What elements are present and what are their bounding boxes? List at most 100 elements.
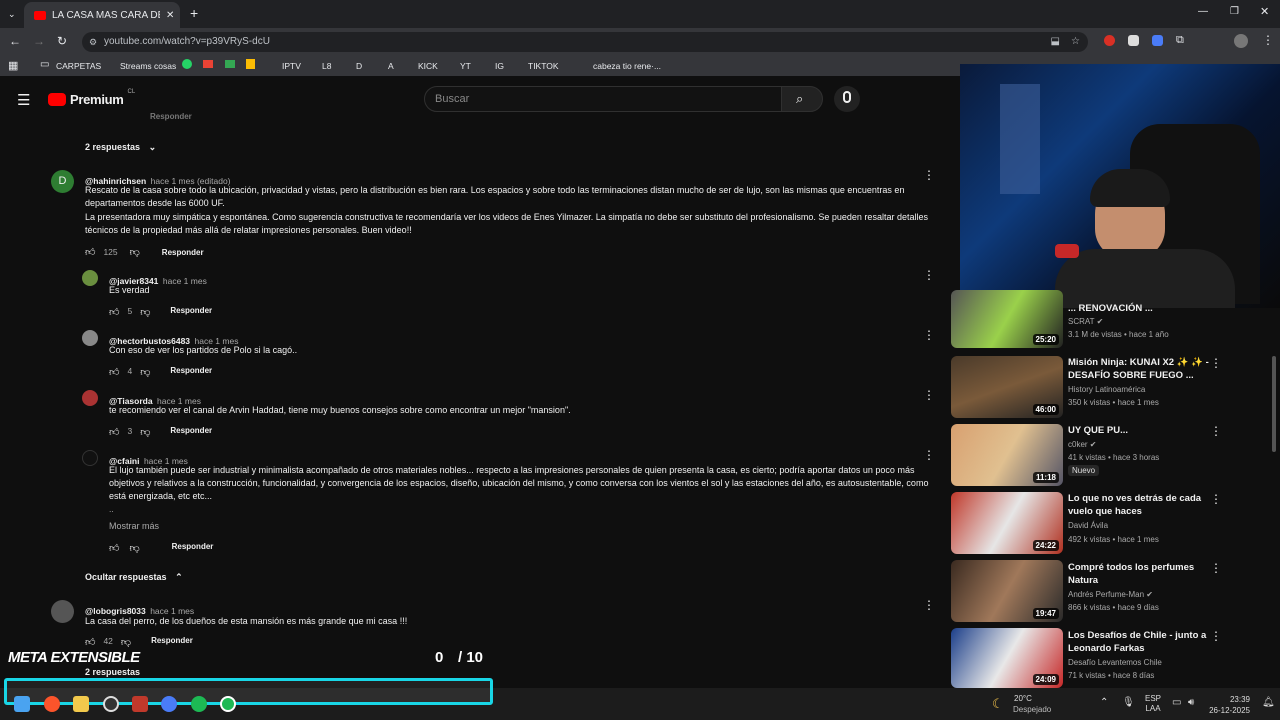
like-icon[interactable]: 👍︎ — [85, 636, 95, 648]
voice-search-button[interactable] — [834, 86, 860, 112]
avatar[interactable]: D — [51, 170, 74, 193]
obs-icon[interactable] — [103, 696, 119, 712]
video-title[interactable]: Misión Ninja: KUNAI X2 ✨ ✨ - — [1068, 356, 1209, 369]
replies-toggle[interactable]: 2 respuestas — [85, 667, 140, 677]
video-title-line-2[interactable]: Natura — [1068, 574, 1098, 587]
ext-blue-icon[interactable] — [1152, 35, 1163, 46]
chrome-icon[interactable] — [161, 696, 177, 712]
avatar[interactable] — [82, 450, 98, 466]
minimize-icon[interactable]: — — [1198, 6, 1208, 17]
dislike-icon[interactable]: 👎︎ — [140, 426, 150, 438]
bookmark-streams[interactable]: Streams cosas — [120, 61, 176, 71]
avatar[interactable] — [82, 270, 98, 286]
browser-tab[interactable]: LA CASA MAS CARA DE TOI ✕ — [24, 2, 180, 28]
avatar[interactable] — [51, 600, 74, 623]
ext-red-icon[interactable] — [1104, 35, 1115, 46]
video-app-icon[interactable] — [132, 696, 148, 712]
video-title-line-2[interactable]: DESAFÍO SOBRE FUEGO ... — [1068, 369, 1194, 382]
comment-menu-icon[interactable]: ⋮ — [923, 329, 935, 341]
menu-icon[interactable]: ⋮ — [1262, 33, 1274, 47]
spotify-icon[interactable] — [191, 696, 207, 712]
address-bar[interactable]: ⚙ youtube.com/watch?v=p39VRyS-dcU ⬓ ☆ — [82, 32, 1088, 52]
reply-button[interactable]: Responder — [162, 248, 204, 257]
tray-chevron-icon[interactable]: ⌃ — [1100, 697, 1108, 708]
video-menu-icon[interactable]: ⋮ — [1210, 357, 1222, 369]
comment-menu-icon[interactable]: ⋮ — [923, 169, 935, 181]
comment-menu-icon[interactable]: ⋮ — [923, 599, 935, 611]
apps-grid-icon[interactable]: ▦ — [8, 59, 18, 72]
dislike-icon[interactable]: 👎︎ — [140, 366, 150, 378]
back-icon[interactable]: ← — [9, 34, 21, 48]
reply-button[interactable]: Responder — [170, 366, 212, 378]
video-title[interactable]: ... RENOVACIÓN ... — [1068, 302, 1153, 315]
dislike-icon[interactable]: 👎︎ — [129, 542, 139, 554]
hide-replies-toggle[interactable]: Ocultar respuestas ⌃ — [85, 572, 183, 583]
reply-button[interactable]: Responder — [172, 542, 214, 554]
video-title-line-2[interactable]: Leonardo Farkas — [1068, 642, 1145, 655]
like-icon[interactable]: 👍︎ — [109, 366, 119, 378]
bookmark-l8[interactable]: L8 — [322, 61, 331, 71]
video-title[interactable]: Los Desafíos de Chile - junto a — [1068, 629, 1206, 642]
bookmark-kick[interactable]: KICK — [418, 61, 438, 71]
video-thumbnail[interactable]: 25:20 — [951, 290, 1063, 348]
comment-menu-icon[interactable]: ⋮ — [923, 389, 935, 401]
video-thumbnail[interactable]: 11:18 — [951, 424, 1063, 486]
notification-icon[interactable]: 🔔︎ — [1262, 697, 1275, 708]
replies-toggle[interactable]: 2 respuestas ⌄ — [85, 142, 156, 153]
dislike-icon[interactable]: 👎︎ — [140, 306, 150, 318]
tray-mic-icon[interactable]: 🎙︎ — [1122, 697, 1135, 708]
maximize-icon[interactable]: ❐ — [1230, 6, 1239, 17]
bookmark-cabeza[interactable]: cabeza tio rene·... — [593, 61, 661, 71]
forward-icon[interactable]: → — [33, 34, 45, 48]
video-title[interactable]: UY QUE PU... — [1068, 424, 1128, 437]
reply-button[interactable]: Responder — [170, 426, 212, 438]
bookmark-a[interactable]: A — [388, 61, 394, 71]
whatsapp-icon[interactable] — [182, 59, 192, 69]
video-thumbnail[interactable]: 19:47 — [951, 560, 1063, 622]
video-title-line-2[interactable]: vuelo que haces — [1068, 505, 1142, 518]
volume-icon[interactable]: 🔊︎ — [1188, 697, 1194, 708]
brave-icon[interactable] — [44, 696, 60, 712]
channel-name[interactable]: SCRAT ✔ — [1068, 315, 1103, 328]
comment-menu-icon[interactable]: ⋮ — [923, 449, 935, 461]
drive-icon[interactable] — [225, 60, 235, 68]
search-input[interactable]: Buscar — [424, 86, 782, 112]
scrollbar-thumb[interactable] — [1272, 356, 1276, 452]
reply-button[interactable]: Responder — [170, 306, 212, 318]
bookmark-carpetas[interactable]: CARPETAS — [56, 61, 101, 71]
video-menu-icon[interactable]: ⋮ — [1210, 493, 1222, 505]
search-button[interactable]: ⌕ — [781, 86, 823, 112]
keep-icon[interactable] — [246, 59, 255, 69]
bookmark-yt[interactable]: YT — [460, 61, 471, 71]
youtube-logo[interactable]: Premium CL — [48, 89, 135, 107]
show-more-button[interactable]: Mostrar más — [109, 521, 159, 531]
extensions-icon[interactable]: ⧉ — [1176, 34, 1184, 47]
video-menu-icon[interactable]: ⋮ — [1210, 425, 1222, 437]
like-icon[interactable]: 👍︎ — [85, 246, 95, 258]
file-explorer-icon[interactable] — [73, 696, 89, 712]
video-menu-icon[interactable]: ⋮ — [1210, 630, 1222, 642]
video-thumbnail[interactable]: 24:22 — [951, 492, 1063, 554]
channel-name[interactable]: c0ker ✔ — [1068, 438, 1097, 451]
close-tab-icon[interactable]: ✕ — [166, 10, 174, 21]
bookmark-ig[interactable]: IG — [495, 61, 504, 71]
install-icon[interactable]: ⬓ — [1051, 32, 1060, 52]
weather-temp[interactable]: 20°C — [1014, 694, 1032, 703]
browser-icon[interactable] — [220, 696, 236, 712]
channel-name[interactable]: Desafío Levantemos Chile — [1068, 656, 1162, 669]
new-tab-icon[interactable]: + — [190, 5, 198, 21]
weather-desc[interactable]: Despejado — [1013, 705, 1051, 714]
ext-shield-icon[interactable] — [1128, 35, 1139, 46]
hamburger-menu-icon[interactable]: ☰ — [17, 91, 30, 109]
profile-avatar[interactable] — [1234, 34, 1248, 48]
video-thumbnail[interactable]: 46:00 — [951, 356, 1063, 418]
video-title[interactable]: Compré todos los perfumes — [1068, 561, 1194, 574]
bookmark-star-icon[interactable]: ☆ — [1071, 32, 1080, 52]
gmail-icon[interactable] — [203, 60, 213, 68]
video-menu-icon[interactable]: ⋮ — [1210, 562, 1222, 574]
avatar[interactable] — [82, 330, 98, 346]
comment-menu-icon[interactable]: ⋮ — [923, 269, 935, 281]
windows-start-icon[interactable] — [14, 696, 30, 712]
dislike-icon[interactable]: 👎︎ — [130, 246, 140, 258]
channel-name[interactable]: History Latinoamérica — [1068, 383, 1145, 396]
